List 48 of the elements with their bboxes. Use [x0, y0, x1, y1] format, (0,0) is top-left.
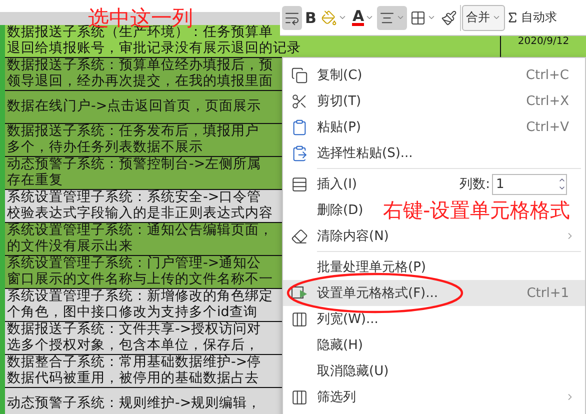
caret-icon [427, 13, 436, 22]
table-cell: 动态预警子系统：预警控制台->左侧所属 存在重复 [5, 157, 285, 189]
caret-icon [365, 13, 374, 22]
column-width-icon [291, 310, 308, 328]
menu-item[interactable]: 取消隐藏(U) [317, 362, 389, 380]
spin-down-icon[interactable] [558, 184, 566, 192]
caret-icon [396, 13, 406, 22]
table-cell: 动态预警子系统：规则维护->规则编辑， [5, 388, 285, 414]
shortcut-text: Ctrl+C [526, 68, 569, 82]
menu-item[interactable]: 插入(I) [317, 175, 357, 193]
caret-icon [492, 13, 502, 22]
shortcut-text: Ctrl+X [526, 94, 569, 108]
insert-cells-icon [291, 176, 308, 192]
caret-icon [338, 13, 348, 22]
paintbrush-icon [441, 10, 458, 26]
count-label: 列数: [460, 176, 490, 193]
grid-icon [410, 10, 426, 26]
annotation-text: 右键-设置单元格格式 [383, 197, 570, 223]
clipboard-paste-icon [291, 144, 308, 162]
shortcut-text: Ctrl+1 [526, 286, 569, 300]
format-cells-icon [291, 285, 309, 301]
scissors-icon [291, 92, 308, 110]
spin-up-icon[interactable] [558, 176, 566, 184]
menu-item[interactable]: 剪切(T) [317, 92, 362, 110]
menu-item[interactable]: 选择性粘贴(S)... [317, 144, 413, 162]
menu-item[interactable]: 粘贴(P) [317, 118, 361, 136]
table-cell: 数据在线门户->点击返回首页，页面展示 [5, 91, 285, 123]
eraser-icon [291, 228, 308, 244]
menu-item[interactable]: 列宽(W)... [317, 310, 378, 328]
filter-column-icon [291, 388, 308, 406]
table-cell: 数据报送子系统：预算单位经办填报后，预 领导退回，经办再次提交，在我的填报里面 [5, 58, 285, 90]
wrap-text-button[interactable] [282, 6, 302, 30]
menu-item[interactable]: 筛选列 [317, 388, 356, 406]
shortcut-text: Ctrl+V [526, 120, 569, 134]
menu-item[interactable]: 清除内容(N) [317, 227, 389, 245]
merge-button[interactable]: 合并 [462, 4, 506, 30]
autosum-button[interactable]: 自动求 [506, 9, 558, 26]
sigma-icon [506, 11, 520, 24]
table-cell: 系统设置管理子系统：通知公告编辑页面， 的文件没有展示出来 [5, 223, 285, 255]
menu-item[interactable]: 隐藏(H) [317, 336, 363, 354]
menu-item[interactable]: 删除(D) [317, 201, 364, 219]
menu-item[interactable]: 复制(C) [317, 66, 362, 84]
clipboard-icon [291, 118, 308, 136]
paint-bucket-icon [321, 10, 338, 26]
copy-icon [291, 66, 308, 84]
menu-item[interactable]: 批量处理单元格(P) [317, 258, 426, 276]
align-center-button[interactable] [377, 6, 408, 30]
count-spinbox[interactable]: 1 [492, 174, 567, 194]
